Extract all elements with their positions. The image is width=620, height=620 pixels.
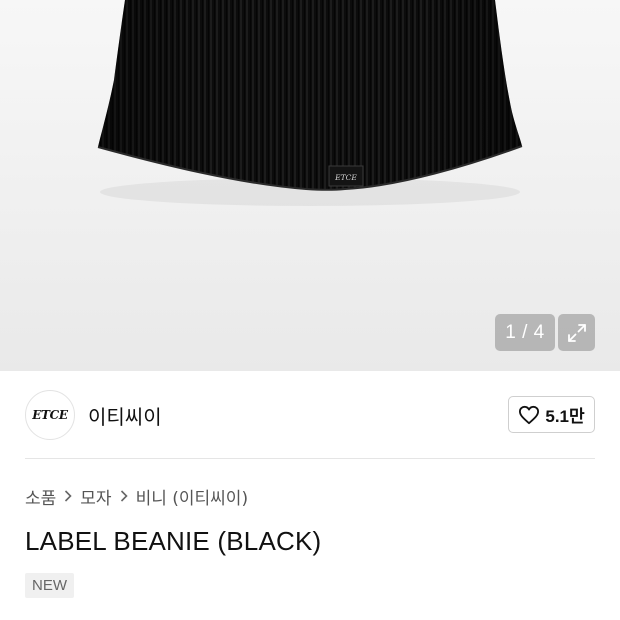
divider <box>25 458 595 459</box>
image-counter: 1 / 4 <box>495 314 555 351</box>
brand-row: ETCE 이티씨이 5.1만 <box>0 371 620 459</box>
breadcrumb-item-current[interactable]: 비니 (이티씨이) <box>136 484 249 509</box>
brand-label-text: ETCE <box>334 173 357 182</box>
brand-logo[interactable]: ETCE <box>25 390 75 440</box>
expand-image-button[interactable] <box>558 314 595 351</box>
expand-icon <box>567 323 586 342</box>
breadcrumb-item-subcategory[interactable]: 모자 <box>80 484 111 509</box>
product-image-gallery[interactable]: ETCE 1 / 4 <box>0 0 620 371</box>
brand-name[interactable]: 이티씨이 <box>88 401 162 430</box>
breadcrumb-item-category[interactable]: 소품 <box>25 484 56 509</box>
new-badge: NEW <box>25 573 74 598</box>
chevron-right-icon <box>63 489 73 503</box>
like-button[interactable]: 5.1만 <box>508 396 595 433</box>
product-title: LABEL BEANIE (BLACK) <box>25 526 322 556</box>
breadcrumb: 소품 모자 비니 (이티씨이) <box>25 484 249 509</box>
chevron-right-icon <box>119 489 129 503</box>
heart-icon <box>519 405 540 424</box>
brand-label-tag: ETCE <box>328 165 364 187</box>
like-count: 5.1만 <box>545 407 585 426</box>
